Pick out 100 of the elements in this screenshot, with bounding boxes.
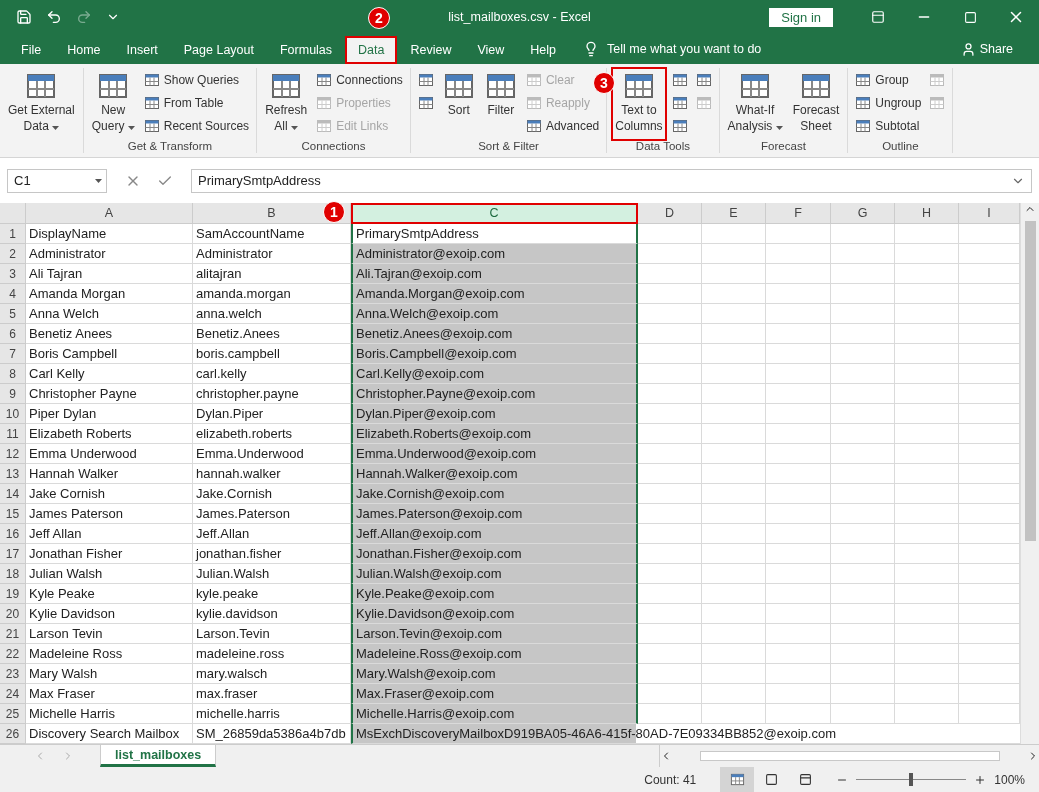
table-cell: Carl.Kelly@exoip.com <box>351 364 638 384</box>
column-header[interactable]: A <box>26 203 193 224</box>
table-cell: jonathan.fisher <box>193 544 351 564</box>
ribbon-button[interactable]: Get External Data <box>5 68 78 153</box>
row-header[interactable]: 7 <box>0 344 26 364</box>
ribbon-tab[interactable]: View <box>464 36 518 64</box>
row-header[interactable]: 26 <box>0 724 26 744</box>
empty-cell <box>702 284 766 304</box>
empty-cell <box>702 464 766 484</box>
ribbon-button[interactable]: Forecast Sheet <box>789 68 843 140</box>
row-header[interactable]: 16 <box>0 524 26 544</box>
row-header[interactable]: 21 <box>0 624 26 644</box>
table-cell: anna.welch <box>193 304 351 324</box>
column-header[interactable]: G <box>831 203 895 224</box>
ribbon-tab[interactable]: Data <box>345 36 398 64</box>
empty-cell <box>895 384 959 404</box>
empty-cell <box>702 524 766 544</box>
column-header[interactable]: E <box>702 203 766 224</box>
sign-in-button[interactable]: Sign in <box>769 7 833 27</box>
ribbon-button[interactable]: Filter <box>481 68 520 140</box>
column-header[interactable]: I <box>959 203 1020 224</box>
ribbon-button[interactable]: Refresh All <box>262 68 311 140</box>
row-header[interactable]: 9 <box>0 384 26 404</box>
row-header[interactable]: 10 <box>0 404 26 424</box>
table-cell: Jonathan Fisher <box>26 544 193 564</box>
empty-cell <box>766 404 831 424</box>
row-header[interactable]: 6 <box>0 324 26 344</box>
row-header[interactable]: 13 <box>0 464 26 484</box>
row-header[interactable]: 5 <box>0 304 26 324</box>
row-header[interactable]: 12 <box>0 444 26 464</box>
ribbon-button[interactable]: What-If Analysis <box>724 68 786 140</box>
formula-field[interactable]: PrimarySmtpAddress <box>191 168 1032 193</box>
row-header[interactable]: 17 <box>0 544 26 564</box>
name-box[interactable]: C1 <box>7 168 107 193</box>
ribbon-tab[interactable]: Review <box>397 36 465 64</box>
empty-cell <box>831 564 895 584</box>
ribbon-button[interactable]: Sort <box>439 68 478 140</box>
table-cell: Elizabeth.Roberts@exoip.com <box>351 424 638 444</box>
ribbon-button[interactable]: Subtotal <box>853 115 922 137</box>
zoom-thumb[interactable] <box>909 773 914 786</box>
zoom-in-icon[interactable] <box>974 773 987 786</box>
tell-me-field[interactable]: Tell me what you want to do <box>607 42 762 56</box>
undo-icon[interactable] <box>46 9 62 25</box>
ribbon-tab[interactable]: Insert <box>113 36 171 64</box>
share-button[interactable]: Share <box>954 34 1019 64</box>
table-cell: SM_26859da5386a4b7db <box>193 724 351 744</box>
ribbon-button[interactable]: Recent Sources <box>141 115 252 137</box>
table-cell: Max.Fraser@exoip.com <box>351 684 638 704</box>
empty-cell <box>766 544 831 564</box>
ribbon-tab[interactable]: Page Layout <box>170 36 267 64</box>
ribbon-tab[interactable]: Formulas <box>266 36 346 64</box>
column-header[interactable]: D <box>638 203 702 224</box>
ribbon-button[interactable]: Group <box>853 69 911 91</box>
empty-cell <box>766 584 831 604</box>
row-header[interactable]: 20 <box>0 604 26 624</box>
row-header[interactable]: 24 <box>0 684 26 704</box>
vertical-scrollbar[interactable] <box>1020 203 1039 744</box>
empty-cell <box>766 304 831 324</box>
table-icon <box>143 72 160 88</box>
column-header[interactable]: H <box>895 203 959 224</box>
ribbon-button[interactable]: From Table <box>141 92 226 114</box>
sheet-tab[interactable]: list_mailboxes <box>100 745 217 767</box>
row-header[interactable]: 4 <box>0 284 26 304</box>
row-header[interactable]: 22 <box>0 644 26 664</box>
row-header[interactable]: 8 <box>0 364 26 384</box>
ribbon-button[interactable]: Advanced <box>523 115 602 137</box>
row-header[interactable]: 19 <box>0 584 26 604</box>
row-header[interactable]: 3 <box>0 264 26 284</box>
table-cell: christopher.payne <box>193 384 351 404</box>
row-header[interactable]: 1 <box>0 224 26 244</box>
ribbon-tab[interactable]: Help <box>517 36 570 64</box>
empty-cell <box>702 504 766 524</box>
table-icon <box>143 95 160 111</box>
table-cell: Hannah Walker <box>26 464 193 484</box>
column-header[interactable]: F <box>766 203 831 224</box>
row-header[interactable]: 15 <box>0 504 26 524</box>
empty-cell <box>766 424 831 444</box>
caret-icon <box>95 178 102 183</box>
table-cell: Benetiz.Anees@exoip.com <box>351 324 638 344</box>
column-header[interactable]: C <box>351 203 638 224</box>
empty-cell <box>831 624 895 644</box>
row-header[interactable]: 18 <box>0 564 26 584</box>
table-cell: Jake Cornish <box>26 484 193 504</box>
ribbon-button[interactable]: Connections <box>314 69 405 91</box>
ribbon-tab[interactable]: File <box>8 36 55 64</box>
row-header[interactable]: 14 <box>0 484 26 504</box>
normal-view-icon[interactable] <box>720 767 755 792</box>
table-icon <box>417 95 434 111</box>
row-header[interactable]: 11 <box>0 424 26 444</box>
row-header[interactable]: 23 <box>0 664 26 684</box>
row-header[interactable]: 2 <box>0 244 26 264</box>
ribbon-button[interactable]: Text to Columns <box>612 68 666 140</box>
ribbon-button[interactable]: New Query <box>88 68 138 140</box>
ribbon-button[interactable]: Show Queries <box>141 69 242 91</box>
ribbon-tab[interactable]: Home <box>54 36 114 64</box>
save-icon[interactable] <box>16 9 32 25</box>
table-cell: Madeleine Ross <box>26 644 193 664</box>
redo-icon[interactable] <box>76 9 92 25</box>
row-header[interactable]: 25 <box>0 704 26 724</box>
ribbon-button[interactable]: Ungroup <box>853 92 924 114</box>
